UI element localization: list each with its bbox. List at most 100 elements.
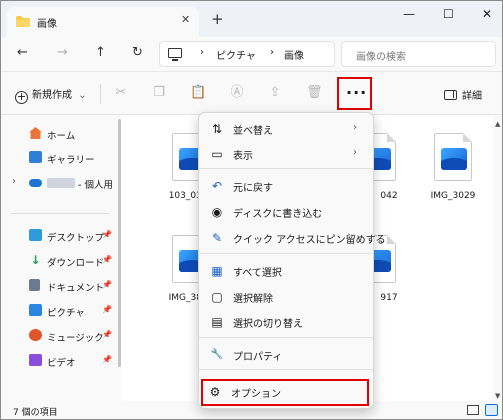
paste-icon[interactable]: 📋 <box>190 86 206 100</box>
desktop-icon <box>29 229 42 241</box>
pin-icon: ✎ <box>211 231 223 245</box>
disc-icon: ◉ <box>211 205 223 219</box>
address-bar[interactable]: › ピクチャ › 画像 <box>159 41 335 67</box>
delete-icon[interactable]: 🗑 <box>306 86 323 100</box>
computer-icon <box>168 48 182 61</box>
chevron-right-icon: › <box>353 122 357 133</box>
pin-icon: 📌 <box>102 230 112 239</box>
image-file-icon <box>434 133 472 181</box>
menu-item-view[interactable]: ▭ 表示 › <box>203 142 369 166</box>
menu-item-burn-disc[interactable]: ◉ ディスクに書き込む <box>203 200 369 224</box>
wrench-icon: 🔧 <box>210 349 224 360</box>
sidebar-item-gallery[interactable]: ギャラリー <box>1 147 119 169</box>
tab-title: 画像 <box>37 19 57 30</box>
share-icon[interactable]: ⇪ <box>268 86 282 100</box>
details-view-icon[interactable] <box>467 405 479 415</box>
maximize-button[interactable]: ☐ <box>443 7 454 21</box>
breadcrumb-pictures[interactable]: ピクチャ <box>216 47 256 62</box>
sidebar-item-downloads[interactable]: ↓ ダウンロード 📌 <box>1 250 119 272</box>
cut-icon[interactable]: ✂ <box>114 86 128 100</box>
forward-button[interactable]: → <box>57 45 68 60</box>
menu-item-select-none[interactable]: ▢ 選択解除 <box>203 285 369 309</box>
menu-divider <box>199 168 373 169</box>
menu-item-undo[interactable]: ↶ 元に戻す <box>203 174 369 198</box>
sidebar-item-desktop[interactable]: デスクトップ 📌 <box>1 225 119 247</box>
close-window-button[interactable]: ✕ <box>482 7 492 21</box>
refresh-button[interactable]: ↻ <box>132 45 143 60</box>
copy-icon[interactable]: ❐ <box>152 86 166 100</box>
scroll-down-icon[interactable]: ▼ <box>495 392 500 400</box>
menu-item-invert-selection[interactable]: ▤ 選択の切り替え <box>203 310 369 334</box>
plus-icon: + <box>15 90 28 104</box>
menu-item-label: 元に戻す <box>233 183 273 194</box>
select-none-icon: ▢ <box>211 290 223 304</box>
sidebar-item-music[interactable]: ミュージック 📌 <box>1 325 119 347</box>
options-gear-icon: ⚙ <box>209 385 221 399</box>
select-all-icon: ▦ <box>211 264 223 278</box>
sidebar-item-label: ピクチャ <box>47 308 85 319</box>
new-tab-button[interactable]: + <box>211 10 224 28</box>
breadcrumb-images[interactable]: 画像 <box>284 47 304 62</box>
sidebar-item-label: ドキュメント <box>47 283 105 294</box>
expand-chevron-icon[interactable]: › <box>12 176 16 187</box>
sidebar-item-label: デスクトップ <box>47 233 105 244</box>
menu-item-options[interactable]: ⚙ オプション <box>201 379 369 406</box>
back-button[interactable]: ← <box>17 45 28 60</box>
video-icon <box>29 354 42 366</box>
sidebar-item-onedrive[interactable]: › - 個人用 <box>1 172 119 194</box>
sidebar-item-label: ギャラリー <box>47 155 95 166</box>
up-button[interactable]: ↑ <box>95 45 106 60</box>
download-icon: ↓ <box>30 253 41 267</box>
pin-icon: 📌 <box>102 330 112 339</box>
see-more-button[interactable]: ··· <box>337 77 372 110</box>
title-bar: 画像 ✕ + — ☐ ✕ <box>1 1 502 37</box>
sidebar-item-label: ビデオ <box>47 358 76 369</box>
home-icon <box>29 127 42 139</box>
menu-item-properties[interactable]: 🔧 プロパティ <box>203 343 369 367</box>
sidebar-item-videos[interactable]: ビデオ 📌 <box>1 350 119 372</box>
large-icons-view-icon[interactable] <box>485 404 498 416</box>
new-button[interactable]: + 新規作成 ⌄ <box>15 86 87 104</box>
folder-icon <box>16 16 30 27</box>
invert-selection-icon: ▤ <box>211 315 223 329</box>
menu-item-sort[interactable]: ⇅ 並べ替え › <box>203 117 369 141</box>
search-placeholder: 画像の検索 <box>356 52 406 63</box>
sidebar-item-label: ミュージック <box>47 333 104 344</box>
file-explorer-window: 画像 ✕ + — ☐ ✕ ← → ↑ ↻ › ピクチャ › 画像 画像の検索 +… <box>0 0 503 420</box>
sort-icon: ⇅ <box>211 122 223 136</box>
pictures-icon <box>29 304 42 316</box>
pin-icon: 📌 <box>102 355 112 364</box>
sidebar-item-documents[interactable]: ドキュメント 📌 <box>1 275 119 297</box>
sidebar-item-pictures[interactable]: ピクチャ 📌 <box>1 300 119 322</box>
divider <box>100 84 101 104</box>
close-tab-icon[interactable]: ✕ <box>181 13 190 26</box>
see-more-menu: ⇅ 並べ替え › ▭ 表示 › ↶ 元に戻す ◉ ディスクに書き込む ✎ クイッ… <box>198 112 386 409</box>
music-icon <box>29 329 42 341</box>
sidebar-item-label: ホーム <box>47 131 76 142</box>
pin-icon: 📌 <box>102 280 112 289</box>
chevron-down-icon: ⌄ <box>78 90 87 101</box>
details-button[interactable]: 詳細 <box>444 87 482 102</box>
command-bar: + 新規作成 ⌄ ✂ ❐ 📋 Ⓐ ⇪ 🗑 ··· 詳細 <box>1 71 502 115</box>
undo-icon: ↶ <box>211 179 223 193</box>
new-label: 新規作成 <box>32 90 72 101</box>
tab-pictures[interactable]: 画像 ✕ <box>7 7 199 37</box>
scroll-up-icon[interactable]: ▲ <box>495 120 500 128</box>
menu-item-label: 選択の切り替え <box>233 319 303 330</box>
content-scrollbar[interactable]: ▲ ▼ <box>493 115 502 401</box>
details-pane-icon <box>444 90 457 100</box>
menu-item-label: 選択解除 <box>233 294 273 305</box>
sidebar-item-home[interactable]: ホーム <box>1 123 119 145</box>
pin-icon: 📌 <box>102 305 112 314</box>
menu-item-select-all[interactable]: ▦ すべて選択 <box>203 259 369 283</box>
menu-item-label: クイック アクセスにピン留めする <box>233 235 386 246</box>
menu-item-pin-quick-access[interactable]: ✎ クイック アクセスにピン留めする <box>203 226 386 250</box>
file-item[interactable]: IMG_3029 <box>418 123 488 215</box>
gallery-icon <box>29 151 42 163</box>
minimize-button[interactable]: — <box>403 7 415 21</box>
view-icon: ▭ <box>211 147 223 161</box>
menu-divider <box>199 369 373 370</box>
menu-item-label: 並べ替え <box>233 126 273 137</box>
search-input[interactable]: 画像の検索 <box>341 41 496 67</box>
rename-icon[interactable]: Ⓐ <box>230 86 244 100</box>
